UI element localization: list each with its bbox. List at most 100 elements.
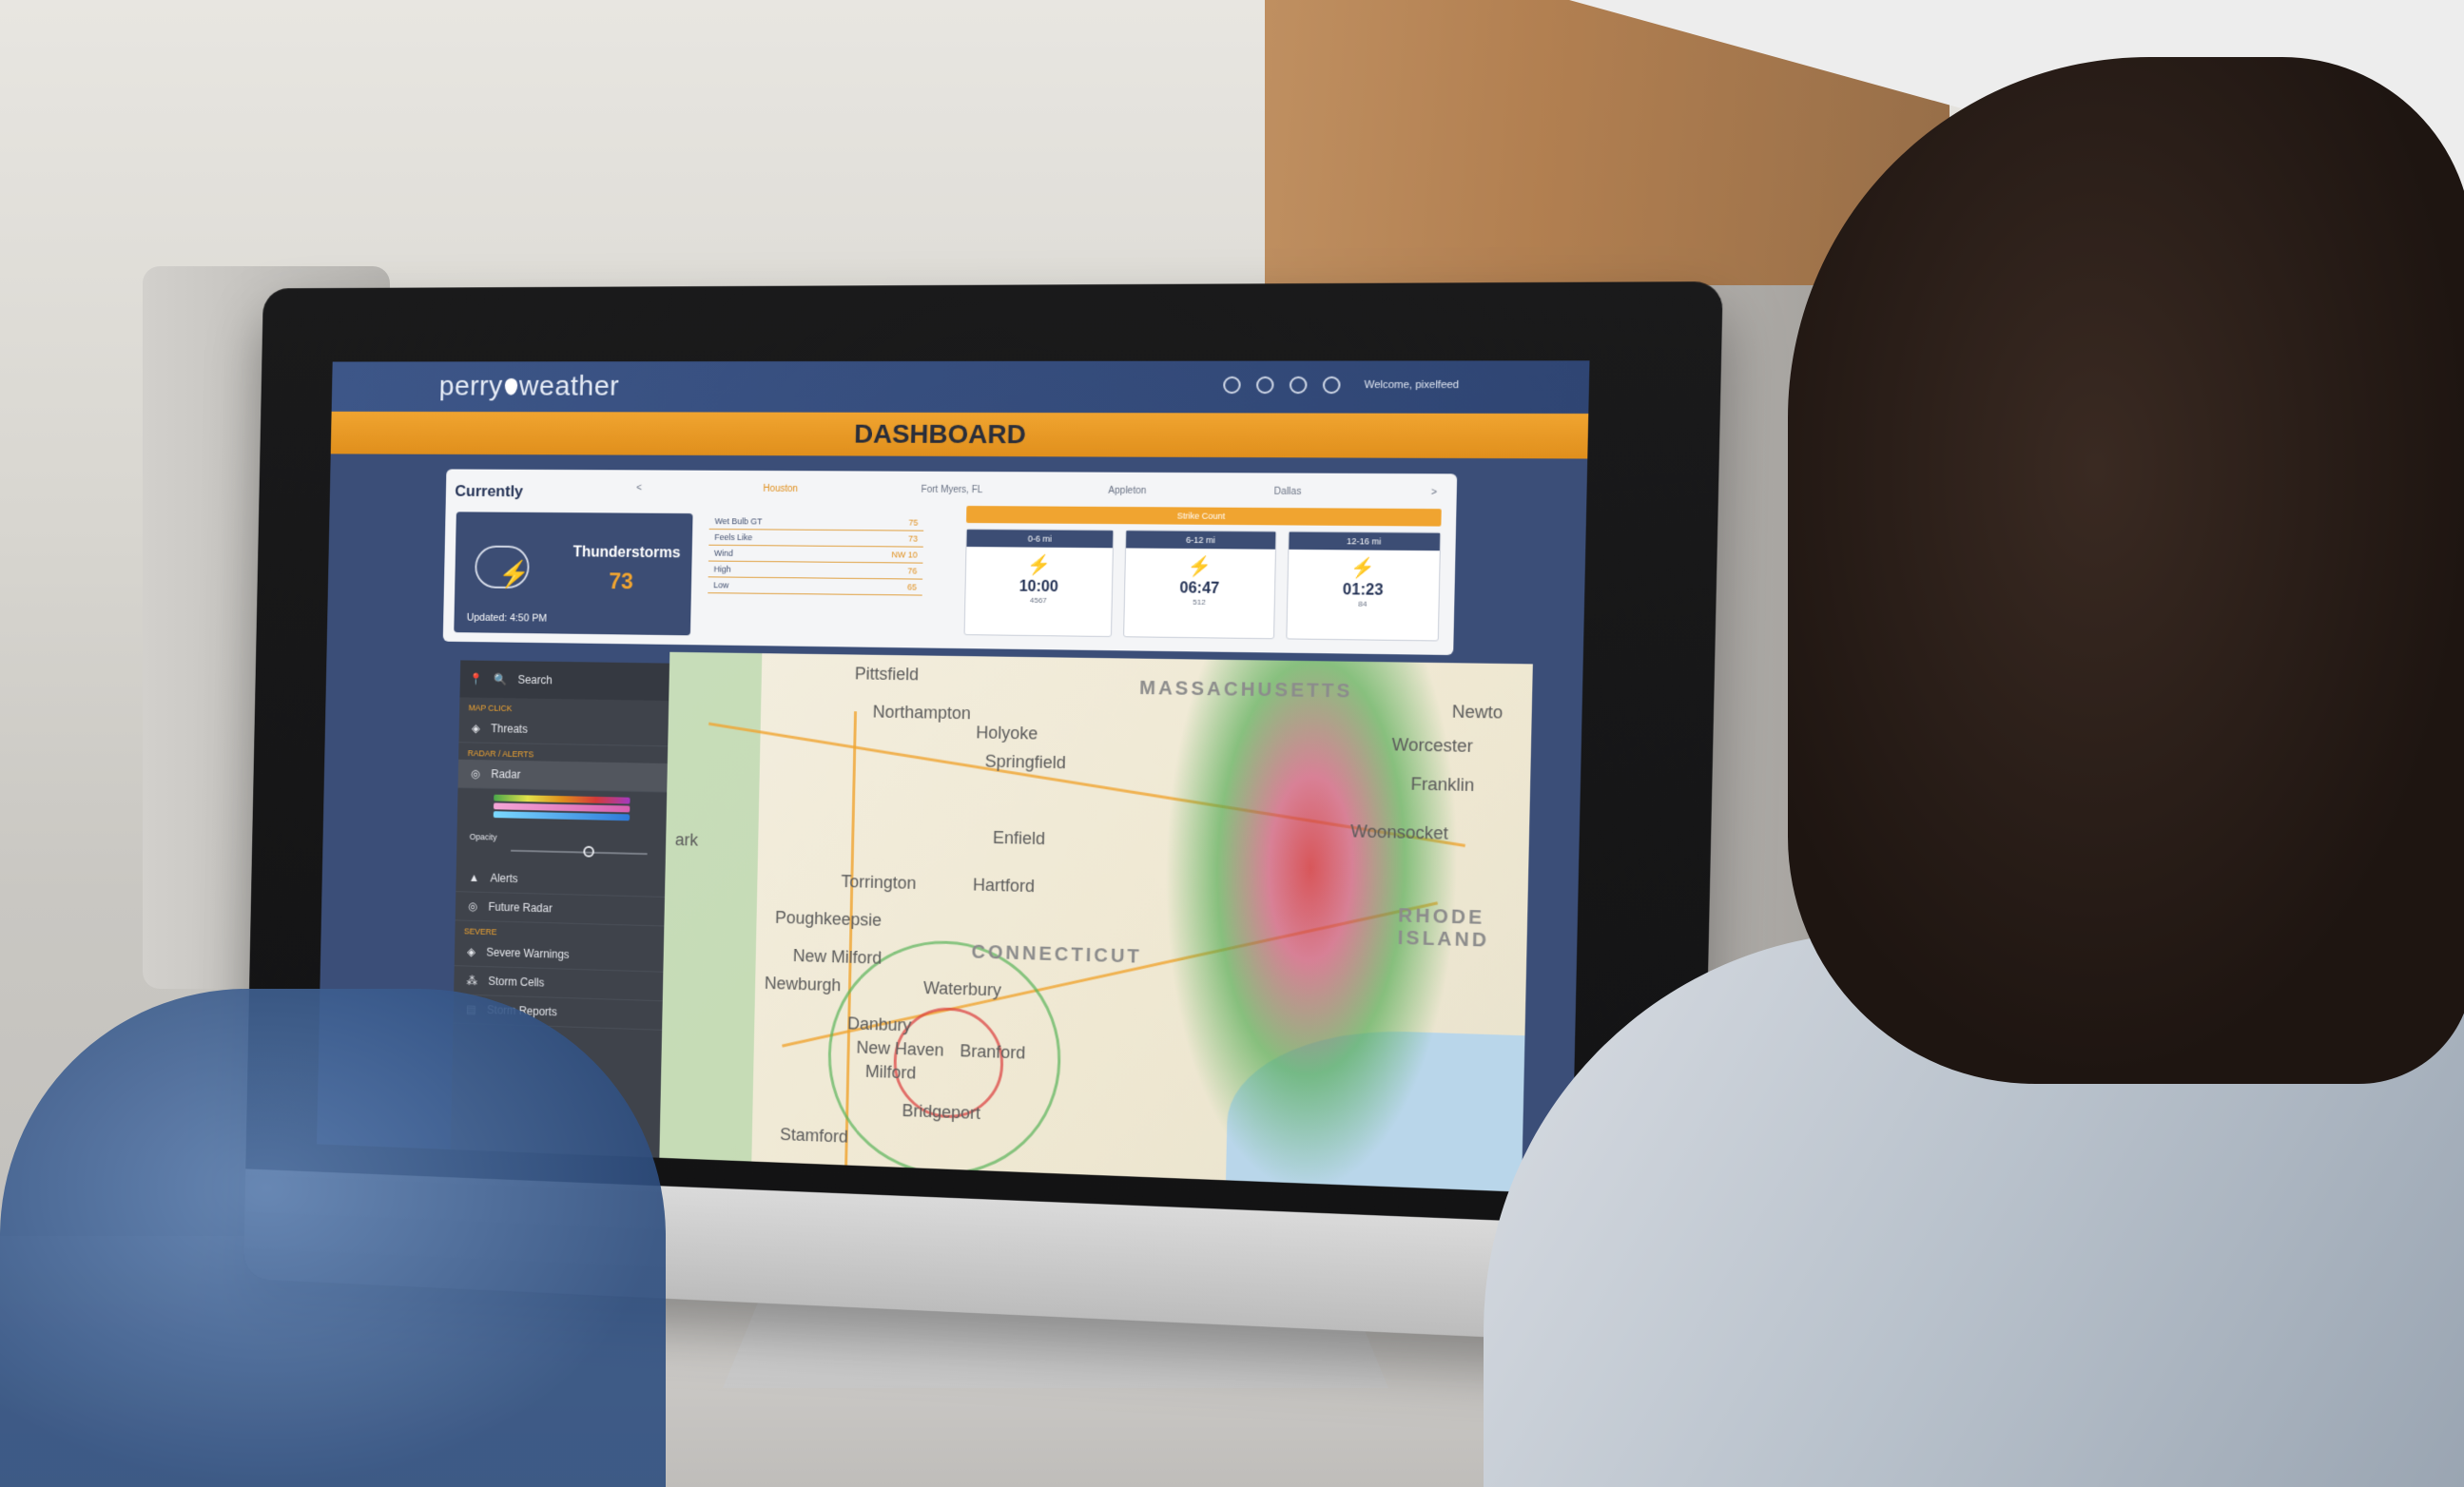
map-label-park: ark <box>674 830 699 850</box>
sidebar-item-label: Storm Cells <box>488 974 545 990</box>
sidebar-item-radar[interactable]: ◎ Radar <box>457 759 668 793</box>
opacity-control: Opacity <box>456 828 666 869</box>
lightning-icon: ⚡ <box>497 559 531 589</box>
tab-prev[interactable]: < <box>636 483 642 493</box>
sidebar-item-threats[interactable]: ◈ Threats <box>458 713 669 747</box>
map-label-waterbury: Waterbury <box>922 978 1002 1000</box>
photo-scene: perry weather Welcome, pixelfeed DASHBOAR… <box>0 0 2464 1487</box>
gear-icon[interactable] <box>1322 376 1341 395</box>
map-label-northampton: Northampton <box>872 702 972 724</box>
woman-hair <box>1788 57 2464 1084</box>
welcome-text: Welcome, pixelfeed <box>1364 378 1460 392</box>
foreground-person-shoulder <box>0 989 666 1487</box>
sidebar-item-label: Radar <box>491 767 521 782</box>
layers-icon: ◈ <box>471 722 480 735</box>
sidebar-item-label: Severe Warnings <box>486 945 570 961</box>
strike-count: 84 <box>1358 599 1368 608</box>
radar-icon: ◎ <box>470 766 481 781</box>
metric-value: 75 <box>908 517 919 528</box>
strike-range: 0-6 mi <box>966 530 1114 549</box>
radar-legend <box>457 788 668 833</box>
strike-timer: 01:23 <box>1342 582 1384 599</box>
location-tabs: < Houston Fort Myers, FL Appleton Dallas… <box>636 483 1437 498</box>
updated-time: Updated: 4:50 PM <box>466 611 548 625</box>
search-input[interactable]: Search <box>517 673 553 686</box>
lightning-icon: ⚡ <box>1350 557 1376 580</box>
strike-card[interactable]: 12-16 mi ⚡ 01:23 84 <box>1285 531 1442 642</box>
map-state-rhode-island: RHODE ISLAND <box>1397 905 1490 952</box>
broadcast-icon[interactable] <box>1289 376 1308 395</box>
tab-dallas[interactable]: Dallas <box>1274 487 1302 497</box>
clock-icon[interactable] <box>1223 376 1242 395</box>
metric-label: Feels Like <box>714 531 753 543</box>
pin-icon: 📍 <box>469 672 483 686</box>
globe-icon[interactable] <box>1256 376 1274 395</box>
sidebar-item-label: Threats <box>491 722 528 736</box>
radar-map[interactable]: Pittsfield Northampton Holyoke Springfie… <box>659 651 1533 1192</box>
map-label-danbury: Danbury <box>847 1014 912 1035</box>
strike-range: 12-16 mi <box>1288 531 1441 551</box>
metric-value: 76 <box>907 566 918 576</box>
metrics-table: Wet Bulb GT 75 Feels Like 73 Wind NW 10 Hig… <box>707 513 924 638</box>
lightning-icon: ⚡ <box>1187 556 1213 578</box>
map-label-pittsfield: Pittsfield <box>854 664 920 685</box>
map-label-woonsocket: Woonsocket <box>1350 821 1449 843</box>
metric-row: Wet Bulb GT 75 <box>708 513 924 531</box>
tab-appleton[interactable]: Appleton <box>1108 486 1146 496</box>
map-label-torrington: Torrington <box>841 872 917 893</box>
strike-timer: 06:47 <box>1179 580 1220 597</box>
page-title: DASHBOARD <box>330 411 1589 459</box>
lightning-icon: ⚡ <box>1026 554 1052 576</box>
metric-label: Low <box>713 580 729 590</box>
metric-value: 73 <box>908 533 919 544</box>
sidebar-item-label: Alerts <box>490 871 518 886</box>
metric-row: Low 65 <box>708 577 923 596</box>
temperature: 73 <box>609 569 634 595</box>
metric-label: High <box>713 564 731 574</box>
layers-icon: ◈ <box>467 945 476 958</box>
map-label-springfield: Springfield <box>984 751 1067 773</box>
metric-row: Wind NW 10 <box>708 545 923 564</box>
currently-title: Currently <box>455 482 524 501</box>
map-label-bridgeport: Bridgeport <box>902 1101 981 1124</box>
radar-icon: ◎ <box>468 899 478 914</box>
strike-count: 4567 <box>1029 595 1047 606</box>
map-label-franklin: Franklin <box>1410 774 1475 796</box>
warning-icon: ▲ <box>468 871 480 885</box>
sidebar-item-label: Future Radar <box>488 899 553 916</box>
tab-fort-myers[interactable]: Fort Myers, FL <box>922 485 983 495</box>
map-label-newburgh: Newburgh <box>764 973 842 995</box>
currently-panel: Currently < Houston Fort Myers, FL Apple… <box>442 469 1458 656</box>
strike-timer: 10:00 <box>1019 578 1058 596</box>
map-label-poughkeepsie: Poughkeepsie <box>774 907 883 930</box>
strike-count: 512 <box>1193 597 1206 607</box>
logo-text-left: perry <box>438 371 504 402</box>
search-row[interactable]: 📍 🔍 Search <box>459 660 670 702</box>
map-label-new-milford: New Milford <box>792 946 883 968</box>
strike-card[interactable]: 0-6 mi ⚡ 10:00 4567 <box>963 529 1115 638</box>
metric-label: Wet Bulb GT <box>714 516 763 527</box>
tab-houston[interactable]: Houston <box>763 484 798 494</box>
condition-card: ⚡ Thunderstorms 73 Updated: 4:50 PM <box>454 512 693 636</box>
map-label-stamford: Stamford <box>779 1125 848 1147</box>
strike-cards: 0-6 mi ⚡ 10:00 4567 6-12 mi ⚡ 06:47 512 <box>963 529 1442 642</box>
search-icon: 🔍 <box>493 672 508 686</box>
map-label-holyoke: Holyoke <box>976 723 1038 744</box>
map-label-worcester: Worcester <box>1391 735 1474 757</box>
map-label-branford: Branford <box>960 1041 1026 1063</box>
opacity-slider-thumb[interactable] <box>583 845 595 858</box>
map-label-hartford: Hartford <box>972 875 1036 897</box>
metric-label: Wind <box>713 548 733 558</box>
opacity-label: Opacity <box>469 832 497 842</box>
perry-weather-logo[interactable]: perry weather <box>438 371 619 402</box>
topbar-icons: Welcome, pixelfeed <box>1223 376 1460 395</box>
map-label-enfield: Enfield <box>992 827 1046 849</box>
logo-text-right: weather <box>518 371 620 402</box>
app-topbar: perry weather Welcome, pixelfeed <box>331 360 1590 415</box>
strike-card[interactable]: 6-12 mi ⚡ 06:47 512 <box>1123 530 1277 640</box>
map-label-new-haven: New Haven <box>856 1037 944 1060</box>
condition-name: Thunderstorms <box>572 544 681 562</box>
map-label-milford: Milford <box>864 1061 917 1083</box>
opacity-slider-track[interactable] <box>511 849 648 856</box>
tab-next[interactable]: > <box>1431 488 1437 498</box>
